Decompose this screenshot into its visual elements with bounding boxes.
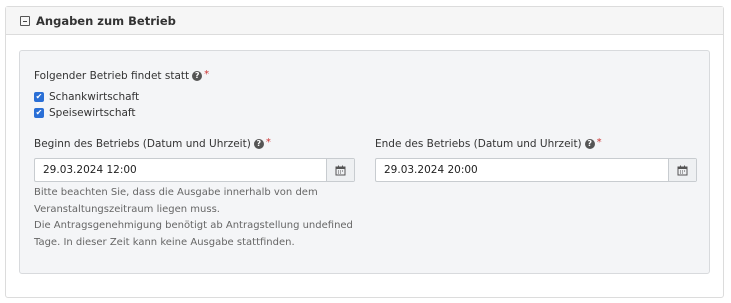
- panel-header[interactable]: Angaben zum Betrieb: [6, 7, 723, 35]
- checkbox-label: Speisewirtschaft: [49, 107, 136, 119]
- beginn-value[interactable]: 29.03.2024 12:00: [35, 159, 326, 181]
- betrieb-label-text: Folgender Betrieb findet statt: [34, 70, 190, 82]
- form-section: Folgender Betrieb findet statt ? * ✔ Sch…: [19, 50, 710, 274]
- beginn-label-text: Beginn des Betriebs (Datum und Uhrzeit): [34, 138, 251, 150]
- betrieb-label: Folgender Betrieb findet statt ? *: [34, 68, 210, 83]
- checkbox-checked-icon[interactable]: ✔: [34, 92, 44, 102]
- calendar-icon: [677, 165, 688, 175]
- collapse-icon[interactable]: [20, 15, 30, 26]
- betrieb-panel: Angaben zum Betrieb Folgender Betrieb fi…: [5, 6, 724, 298]
- ende-label: Ende des Betriebs (Datum und Uhrzeit) ? …: [375, 136, 602, 151]
- ende-datetime-input[interactable]: 29.03.2024 20:00: [375, 158, 697, 182]
- hint-line: Tage. In dieser Zeit kann keine Ausgabe …: [34, 236, 295, 248]
- help-icon[interactable]: ?: [253, 139, 264, 149]
- checkbox-checked-icon[interactable]: ✔: [34, 108, 44, 118]
- required-marker: *: [265, 136, 271, 148]
- checkbox-label: Schankwirtschaft: [49, 91, 140, 103]
- beginn-datetime-input[interactable]: 29.03.2024 12:00: [34, 158, 355, 182]
- ende-label-text: Ende des Betriebs (Datum und Uhrzeit): [375, 138, 582, 150]
- checkbox-speisewirtschaft[interactable]: ✔ Speisewirtschaft: [34, 107, 136, 119]
- panel-title: Angaben zum Betrieb: [36, 13, 176, 28]
- required-marker: *: [204, 68, 210, 80]
- calendar-button[interactable]: [668, 159, 696, 181]
- ende-value[interactable]: 29.03.2024 20:00: [376, 159, 668, 181]
- hint-line: Veranstaltungszeitraum liegen muss.: [34, 203, 220, 215]
- checkbox-schankwirtschaft[interactable]: ✔ Schankwirtschaft: [34, 91, 139, 103]
- help-icon[interactable]: ?: [192, 71, 203, 81]
- help-icon[interactable]: ?: [584, 139, 595, 149]
- hint-line: Bitte beachten Sie, dass die Ausgabe inn…: [34, 187, 318, 198]
- calendar-icon: [335, 165, 346, 175]
- calendar-button[interactable]: [326, 159, 354, 181]
- hint-text: Bitte beachten Sie, dass die Ausgabe inn…: [34, 185, 364, 251]
- beginn-label: Beginn des Betriebs (Datum und Uhrzeit) …: [34, 136, 271, 151]
- hint-line: Die Antragsgenehmigung benötigt ab Antra…: [34, 220, 353, 231]
- required-marker: *: [596, 136, 602, 148]
